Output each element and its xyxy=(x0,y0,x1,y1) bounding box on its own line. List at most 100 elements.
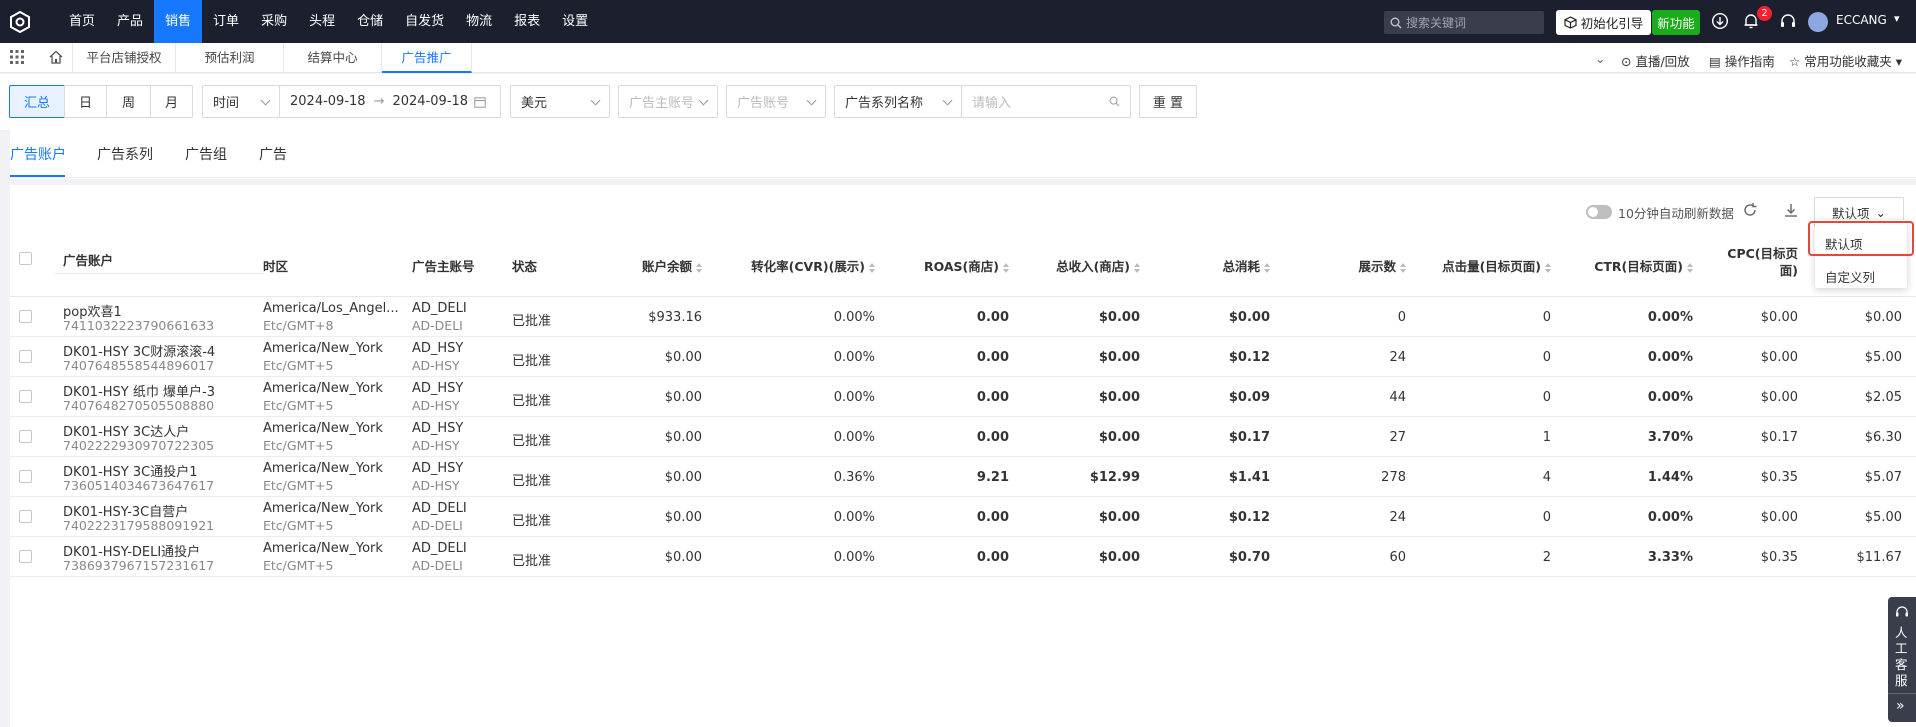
nav-product[interactable]: 产品 xyxy=(106,0,154,43)
nav-settings[interactable]: 设置 xyxy=(551,0,599,43)
home-icon[interactable] xyxy=(48,49,64,65)
series-field-select[interactable]: 广告系列名称 xyxy=(834,85,962,118)
guide-link[interactable]: ▤ 操作指南 xyxy=(1709,51,1775,70)
col-spend[interactable]: 总消耗 xyxy=(1222,256,1270,275)
select-all-checkbox[interactable] xyxy=(19,252,32,265)
col-roas[interactable]: ROAS(商店) xyxy=(924,256,1009,275)
download-icon[interactable] xyxy=(1782,201,1800,219)
nav-home[interactable]: 首页 xyxy=(58,0,106,43)
row-checkbox[interactable] xyxy=(19,390,32,403)
double-chevron-right-icon[interactable]: » xyxy=(1896,698,1905,714)
cell-spend: $1.41 xyxy=(1228,470,1270,485)
nav-warehouse[interactable]: 仓储 xyxy=(346,0,394,43)
cell-account-id: 7407648558544896017 xyxy=(63,358,215,373)
table-row[interactable]: DK01-HSY-DELI通投户 7386937967157231617 Ameri… xyxy=(10,537,1916,577)
app-logo[interactable] xyxy=(2,0,38,43)
end-date[interactable]: 2024-09-18 xyxy=(392,94,468,109)
subtab-ad-account[interactable]: 广告账户 xyxy=(10,144,66,164)
main-account-select[interactable]: 广告主账号 xyxy=(618,85,718,118)
cell-status: 已批准 xyxy=(512,354,552,369)
nav-self-ship[interactable]: 自发货 xyxy=(394,0,455,43)
new-features-button[interactable]: 新功能 xyxy=(1652,10,1700,35)
cell-ctr: 0.00% xyxy=(1647,350,1693,365)
nav-reports[interactable]: 报表 xyxy=(503,0,551,43)
series-search-input[interactable]: 请输入 xyxy=(961,85,1131,118)
reset-button[interactable]: 重 置 xyxy=(1139,85,1197,118)
cell-next-column-value: $5.07 xyxy=(1864,470,1902,485)
customer-service-widget[interactable]: 人工客服 » xyxy=(1888,597,1916,722)
search-icon xyxy=(1109,96,1120,107)
cell-ctr: 3.70% xyxy=(1647,430,1693,445)
search-icon xyxy=(1390,17,1402,28)
table-row[interactable]: DK01-HSY 3C通投户1 7360514034673647617 Americ… xyxy=(10,457,1916,497)
start-date[interactable]: 2024-09-18 xyxy=(290,94,366,109)
col-ctr[interactable]: CTR(目标页面) xyxy=(1594,256,1693,275)
subtab-ad-group[interactable]: 广告组 xyxy=(185,144,227,164)
table-row[interactable]: DK01-HSY 3C达人户 7402222930970722305 America… xyxy=(10,417,1916,457)
cell-timezone-offset: Etc/GMT+5 xyxy=(263,518,334,533)
col-balance[interactable]: 账户余额 xyxy=(642,256,702,275)
nav-first-leg[interactable]: 头程 xyxy=(298,0,346,43)
download-center-icon[interactable] xyxy=(1711,12,1729,35)
sort-icon xyxy=(1264,262,1270,273)
tabs-chevron-down-icon[interactable]: ⌄ xyxy=(1595,51,1605,66)
cell-clicks: 4 xyxy=(1542,470,1551,485)
chevron-down-icon[interactable]: ▾ xyxy=(1894,12,1900,25)
cell-balance: $0.00 xyxy=(664,390,702,405)
row-checkbox[interactable] xyxy=(19,310,32,323)
app-grid-icon[interactable] xyxy=(10,50,24,64)
table-row[interactable]: pop欢喜1 7411032223790661633 America/Los_Ang… xyxy=(10,297,1916,337)
row-checkbox[interactable] xyxy=(19,470,32,483)
live-replay-link[interactable]: ⊙ 直播/回放 xyxy=(1621,51,1690,70)
row-checkbox[interactable] xyxy=(19,350,32,363)
row-checkbox[interactable] xyxy=(19,430,32,443)
cell-timezone: America/New_York xyxy=(263,501,383,516)
col-cvr[interactable]: 转化率(CVR)(展示) xyxy=(751,256,875,275)
time-type-select[interactable]: 时间 xyxy=(202,85,280,118)
currency-select[interactable]: 美元 xyxy=(510,85,610,118)
segment-month[interactable]: 月 xyxy=(150,85,193,118)
tab-platform-auth[interactable]: 平台店铺授权 xyxy=(72,43,176,73)
favorites-link[interactable]: ☆ 常用功能收藏夹 ▾ xyxy=(1789,51,1902,70)
table-row[interactable]: DK01-HSY-3C自营户 7402223179588091921 America… xyxy=(10,497,1916,537)
favorites-label: 常用功能收藏夹 xyxy=(1804,54,1892,69)
auto-refresh-toggle[interactable] xyxy=(1586,205,1612,219)
main-account-placeholder: 广告主账号 xyxy=(629,96,695,111)
nav-sales[interactable]: 销售 xyxy=(154,0,203,43)
cell-clicks: 0 xyxy=(1542,510,1551,525)
account-select[interactable]: 广告账号 xyxy=(726,85,826,118)
username[interactable]: ECCANG xyxy=(1836,13,1887,27)
col-revenue[interactable]: 总收入(商店) xyxy=(1056,256,1140,275)
segment-summary[interactable]: 汇总 xyxy=(9,85,65,118)
tab-estimated-profit[interactable]: 预估利润 xyxy=(176,43,284,73)
subtab-ad[interactable]: 广告 xyxy=(259,144,287,164)
row-checkbox[interactable] xyxy=(19,510,32,523)
nav-logistics[interactable]: 物流 xyxy=(455,0,503,43)
col-ctr-label: CTR(目标页面) xyxy=(1594,259,1683,274)
option-custom-columns[interactable]: 自定义列 xyxy=(1825,267,1875,286)
nav-purchase[interactable]: 采购 xyxy=(250,0,298,43)
page-tab-bar: 平台店铺授权 预估利润 结算中心 广告推广 ⌄ ⊙ 直播/回放 ▤ 操作指南 ☆… xyxy=(0,43,1916,73)
cell-main-account: AD_HSY xyxy=(412,421,464,436)
col-cpc[interactable]: CPC(目标页 面) xyxy=(1727,245,1798,279)
segment-week[interactable]: 周 xyxy=(106,85,151,118)
col-clicks[interactable]: 点击量(目标页面) xyxy=(1442,256,1551,275)
nav-orders[interactable]: 订单 xyxy=(202,0,250,43)
global-search-input[interactable]: 搜索关键词 xyxy=(1384,11,1544,34)
headset-icon[interactable] xyxy=(1779,12,1797,35)
segment-day[interactable]: 日 xyxy=(64,85,107,118)
refresh-icon[interactable] xyxy=(1741,201,1759,219)
date-range-picker[interactable]: 2024-09-18 → 2024-09-18 xyxy=(279,85,501,118)
avatar[interactable] xyxy=(1808,12,1828,32)
row-checkbox[interactable] xyxy=(19,550,32,563)
tab-settlement-center[interactable]: 结算中心 xyxy=(284,43,382,73)
table-row[interactable]: DK01-HSY 3C财源滚滚-4 7407648558544896017 Amer… xyxy=(10,337,1916,377)
col-impressions[interactable]: 展示数 xyxy=(1358,256,1406,275)
cell-timezone-offset: Etc/GMT+5 xyxy=(263,438,334,453)
subtab-ad-series[interactable]: 广告系列 xyxy=(97,144,153,164)
tab-ad-promotion[interactable]: 广告推广 xyxy=(382,43,472,73)
init-guide-button[interactable]: 初始化引导 xyxy=(1556,10,1651,35)
cell-status: 已批准 xyxy=(512,554,552,569)
init-guide-label: 初始化引导 xyxy=(1580,16,1644,31)
table-row[interactable]: DK01-HSY 纸巾 爆单户-3 7407648270505508880 Amer… xyxy=(10,377,1916,417)
